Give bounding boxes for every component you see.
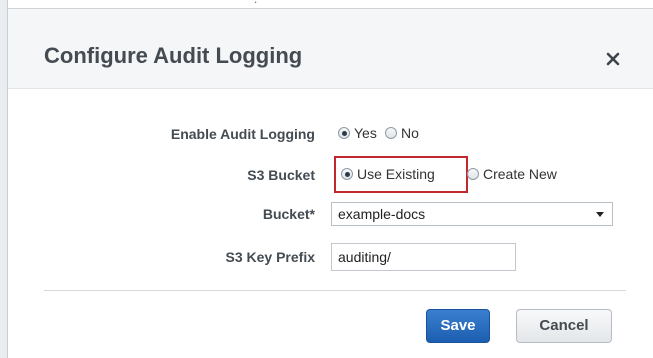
s3-bucket-use-existing-label[interactable]: Use Existing	[357, 166, 435, 182]
cancel-button[interactable]: Cancel	[516, 309, 612, 343]
s3-bucket-create-new-radio[interactable]	[467, 168, 479, 180]
s3-bucket-label: S3 Bucket	[247, 167, 315, 183]
bucket-label: Bucket*	[262, 206, 315, 222]
bucket-select[interactable]: example-docs	[331, 202, 613, 226]
s3-key-prefix-label: S3 Key Prefix	[225, 249, 316, 265]
background-page-text: - -. ---- ----	[240, 0, 305, 6]
enable-audit-logging-yes-radio[interactable]	[338, 127, 350, 139]
save-button[interactable]: Save	[426, 309, 490, 343]
enable-audit-logging-yes-label[interactable]: Yes	[354, 125, 377, 141]
chevron-down-icon	[596, 212, 604, 217]
bucket-select-value: example-docs	[338, 206, 426, 222]
dialog-divider	[44, 290, 626, 291]
enable-audit-logging-no-radio[interactable]	[385, 127, 397, 139]
background-page-edge	[0, 0, 8, 358]
s3-bucket-create-new-label[interactable]: Create New	[483, 166, 557, 182]
enable-audit-logging-label: Enable Audit Logging	[170, 126, 315, 142]
dialog-title: Configure Audit Logging	[44, 43, 303, 68]
s3-bucket-use-existing-radio[interactable]	[341, 168, 353, 180]
enable-audit-logging-no-label[interactable]: No	[401, 125, 419, 141]
dialog-header: Configure Audit Logging	[8, 9, 653, 89]
s3-key-prefix-input[interactable]	[331, 243, 516, 271]
close-icon[interactable]	[602, 48, 624, 70]
configure-audit-logging-dialog: Configure Audit Logging Enable Audit Log…	[8, 8, 653, 358]
